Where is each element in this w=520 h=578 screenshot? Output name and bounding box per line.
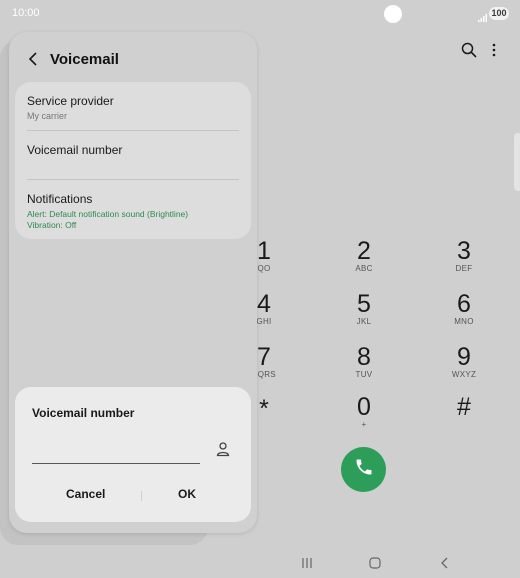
key-5[interactable]: 5 JKL (324, 291, 404, 326)
key-digit: 2 (357, 237, 371, 265)
notifications-vibration: Vibration: Off (27, 220, 77, 230)
home-icon[interactable] (369, 556, 381, 574)
divider (27, 179, 239, 180)
key-0[interactable]: 0 + (324, 394, 404, 429)
signal-icon (478, 9, 487, 27)
service-provider-value: My carrier (27, 111, 67, 121)
voicemail-number-dialog: Voicemail number Cancel OK (15, 387, 251, 522)
key-6[interactable]: 6 MNO (424, 291, 504, 326)
back-arrow-icon[interactable] (28, 52, 38, 71)
key-letters: MNO (454, 317, 474, 326)
search-icon[interactable] (461, 42, 477, 63)
call-button[interactable] (341, 447, 386, 492)
key-8[interactable]: 8 TUV (324, 344, 404, 379)
key-letters: WXYZ (451, 370, 477, 379)
key-letters: DEF (455, 264, 473, 273)
key-9[interactable]: 9 WXYZ (424, 344, 504, 379)
key-letters: TUV (355, 370, 373, 379)
notifications-label: Notifications (27, 192, 93, 206)
button-separator (141, 491, 142, 501)
key-digit: 6 (457, 290, 471, 318)
divider (27, 130, 239, 131)
key-hash[interactable]: # (424, 394, 504, 420)
page-title: Voicemail (50, 51, 119, 68)
service-provider-label: Service provider (27, 94, 114, 108)
battery-indicator: 100 (489, 7, 509, 20)
key-digit: 5 (357, 290, 371, 318)
key-digit: 9 (457, 343, 471, 371)
notifications-alert: Alert: Default notification sound (Brigh… (27, 209, 189, 219)
key-digit: 0 (357, 393, 371, 421)
voicemail-number-label: Voicemail number (27, 143, 123, 157)
key-digit: 8 (357, 343, 371, 371)
key-2[interactable]: 2 ABC (324, 238, 404, 273)
contact-icon[interactable] (215, 441, 231, 462)
camera-cutout (384, 5, 402, 23)
key-letters: JKL (356, 317, 372, 326)
voicemail-number-row[interactable]: Voicemail number (27, 143, 239, 157)
key-letters: ABC (355, 264, 373, 273)
edge-panel-handle[interactable] (514, 133, 520, 191)
recents-icon[interactable] (301, 556, 313, 574)
more-options-icon[interactable] (491, 43, 497, 62)
service-provider-row[interactable]: Service provider My carrier (27, 94, 239, 121)
settings-card: Service provider My carrier Voicemail nu… (15, 82, 251, 239)
nav-back-icon[interactable] (440, 556, 450, 574)
key-3[interactable]: 3 DEF (424, 238, 504, 273)
status-time: 10:00 (12, 7, 40, 19)
key-letters: + (361, 420, 367, 429)
phone-icon (354, 457, 374, 482)
key-digit: # (457, 393, 471, 421)
ok-button[interactable]: OK (178, 487, 196, 501)
phone-screen: 10:00 100 1 QO 2 ABC 3 DEF 4 GHI 5 JKL 6… (0, 0, 520, 578)
cancel-button[interactable]: Cancel (66, 487, 105, 501)
dialog-title: Voicemail number (32, 406, 135, 420)
key-digit: 3 (457, 237, 471, 265)
notifications-row[interactable]: Notifications Alert: Default notificatio… (27, 192, 239, 230)
voicemail-number-input[interactable] (32, 439, 200, 464)
